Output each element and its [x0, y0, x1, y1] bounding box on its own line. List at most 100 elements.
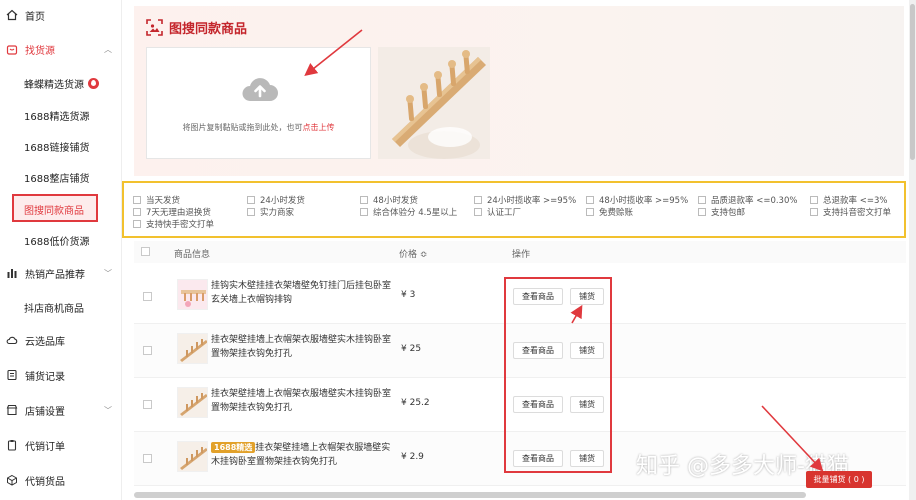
filter-label: 7天无理由退换货 — [146, 208, 211, 218]
filter-checkbox[interactable] — [474, 196, 482, 204]
col-price[interactable]: 价格 ≎ — [399, 247, 427, 260]
nav-distribute-record[interactable]: 铺货记录 — [0, 367, 122, 383]
nav-agent-goods-label: 代销货品 — [25, 476, 65, 488]
selected-badge: 1688精选 — [211, 442, 256, 453]
filter-option[interactable]: 支持快手密文打单 — [133, 218, 214, 230]
upload-hint: 将图片复制黏贴或拖到此处，也可点击上传 — [147, 122, 370, 133]
nav-home-label: 首页 — [25, 11, 45, 23]
nav-hot-products-label: 热销产品推荐 — [25, 269, 85, 281]
filter-checkbox[interactable] — [810, 196, 818, 204]
filter-label: 24小时揽收率 >=95% — [487, 196, 577, 206]
filter-checkbox[interactable] — [810, 208, 818, 216]
filter-option[interactable]: 24小时发货 — [247, 194, 305, 206]
nav-1688-source[interactable]: 1688精选货源 — [24, 108, 89, 123]
product-name[interactable]: 挂衣架壁挂墙上衣帽架衣服墙壁实木挂钩卧室置物架挂衣钩免打孔 — [211, 387, 391, 415]
chevron-up-icon: ︿ — [104, 44, 112, 54]
filter-label: 48小时发货 — [373, 196, 418, 206]
document-icon — [5, 368, 19, 382]
filter-option[interactable]: 品质退款率 <=0.30% — [698, 194, 797, 206]
horizontal-scrollbar[interactable] — [134, 492, 806, 498]
product-price: ¥ 25.2 — [401, 398, 430, 408]
fire-icon — [88, 78, 99, 89]
product-price: ¥ 3 — [401, 290, 416, 300]
page-title: 图搜同款商品 — [146, 18, 247, 37]
filter-option[interactable]: 7天无理由退换货 — [133, 206, 211, 218]
filter-option[interactable]: 当天发货 — [133, 194, 180, 206]
nav-cloud-library[interactable]: 云选品库 — [0, 332, 122, 348]
nav-low-price[interactable]: 1688低价货源 — [24, 233, 89, 248]
operation-highlight-box — [504, 277, 612, 473]
batch-distribute-button[interactable]: 批量铺货 ( 0 ) — [806, 471, 872, 488]
product-name[interactable]: 挂衣架壁挂墙上衣帽架衣服墙壁实木挂钩卧室置物架挂衣钩免打孔 — [211, 333, 391, 361]
nav-agent-orders-label: 代销订单 — [25, 441, 65, 453]
preview-image — [378, 47, 490, 159]
filter-option[interactable]: 24小时揽收率 >=95% — [474, 194, 576, 206]
filter-checkbox[interactable] — [360, 208, 368, 216]
bag-icon — [5, 42, 19, 56]
filter-checkbox[interactable] — [698, 208, 706, 216]
filter-checkbox[interactable] — [698, 196, 706, 204]
nav-distribute-record-label: 铺货记录 — [25, 371, 65, 383]
nav-image-search[interactable]: 图搜同款商品 — [24, 202, 84, 217]
nav-agent-goods[interactable]: 代销货品 — [0, 472, 122, 488]
store-icon — [5, 403, 19, 417]
clipboard-icon — [5, 438, 19, 452]
box-icon — [5, 473, 19, 487]
product-name[interactable]: 挂钩实木壁挂挂衣架墙壁免钉挂门后挂包卧室玄关墙上衣帽钩排钩 — [211, 279, 391, 307]
filter-checkbox[interactable] — [133, 220, 141, 228]
product-price: ¥ 2.9 — [401, 452, 424, 462]
filter-option[interactable]: 认证工厂 — [474, 206, 521, 218]
filter-option[interactable]: 实力商家 — [247, 206, 294, 218]
filter-checkbox[interactable] — [247, 196, 255, 204]
nav-wild-source[interactable]: 蜂蝶精选货源 — [24, 76, 99, 91]
nav-shop-distribute[interactable]: 1688整店铺货 — [24, 170, 89, 185]
sidebar: 首页 找货源 ︿ 蜂蝶精选货源 1688精选货源 1688链接铺货 1688整店… — [0, 0, 122, 500]
filter-checkbox[interactable] — [586, 208, 594, 216]
row-checkbox[interactable] — [143, 292, 152, 301]
upload-dropzone[interactable]: 将图片复制黏贴或拖到此处，也可点击上传 — [146, 47, 371, 159]
filter-option[interactable]: 支持抖音密文打单 — [810, 206, 891, 218]
filter-checkbox[interactable] — [247, 208, 255, 216]
upload-hint-text: 将图片复制黏贴或拖到此处，也可 — [182, 123, 303, 132]
select-all-checkbox[interactable] — [141, 247, 150, 256]
col-product-info: 商品信息 — [174, 250, 211, 260]
nav-cloud-library-label: 云选品库 — [25, 336, 65, 348]
page-title-text: 图搜同款商品 — [169, 22, 248, 37]
filter-option[interactable]: 支持包邮 — [698, 206, 745, 218]
filter-label: 支持包邮 — [711, 208, 746, 218]
nav-link-distribute[interactable]: 1688链接铺货 — [24, 139, 89, 154]
nav-shop-settings[interactable]: 店铺设置 ﹀ — [0, 402, 122, 418]
product-thumbnail — [177, 387, 208, 418]
home-icon — [5, 8, 19, 22]
product-thumbnail — [177, 279, 208, 310]
row-checkbox[interactable] — [143, 454, 152, 463]
chart-icon — [5, 266, 19, 280]
filter-checkbox[interactable] — [360, 196, 368, 204]
nav-douyin-goods[interactable]: 抖店商机商品 — [24, 300, 84, 315]
click-upload-link[interactable]: 点击上传 — [303, 123, 335, 132]
filter-option[interactable]: 综合体验分 4.5星以上 — [360, 206, 457, 218]
filter-label: 实力商家 — [260, 208, 295, 218]
nav-hot-products[interactable]: 热销产品推荐 ﹀ — [0, 265, 122, 281]
nav-agent-orders[interactable]: 代销订单 — [0, 437, 122, 453]
filter-checkbox[interactable] — [133, 208, 141, 216]
filter-option[interactable]: 48小时发货 — [360, 194, 418, 206]
filter-checkbox[interactable] — [474, 208, 482, 216]
row-checkbox[interactable] — [143, 346, 152, 355]
product-thumbnail — [177, 441, 208, 472]
nav-home[interactable]: 首页 — [0, 7, 122, 23]
filter-option[interactable]: 总退款率 <=3% — [810, 194, 887, 206]
filter-option[interactable]: 免费赊账 — [586, 206, 633, 218]
vertical-scrollbar-thumb[interactable] — [910, 4, 915, 160]
filter-label: 支持快手密文打单 — [146, 220, 215, 230]
filter-checkbox[interactable] — [133, 196, 141, 204]
nav-find-source[interactable]: 找货源 ︿ — [0, 41, 122, 57]
chevron-down-icon: ﹀ — [104, 268, 112, 278]
filter-option[interactable]: 48小时揽收率 >=95% — [586, 194, 688, 206]
row-checkbox[interactable] — [143, 400, 152, 409]
filter-label: 总退款率 <=3% — [823, 196, 888, 206]
nav-wild-source-label: 蜂蝶精选货源 — [24, 80, 84, 91]
filter-label: 48小时揽收率 >=95% — [599, 196, 689, 206]
product-name[interactable]: 1688精选 挂衣架壁挂墙上衣帽架衣服墙壁实木挂钩卧室置物架挂衣钩免打孔 — [211, 441, 391, 469]
filter-checkbox[interactable] — [586, 196, 594, 204]
